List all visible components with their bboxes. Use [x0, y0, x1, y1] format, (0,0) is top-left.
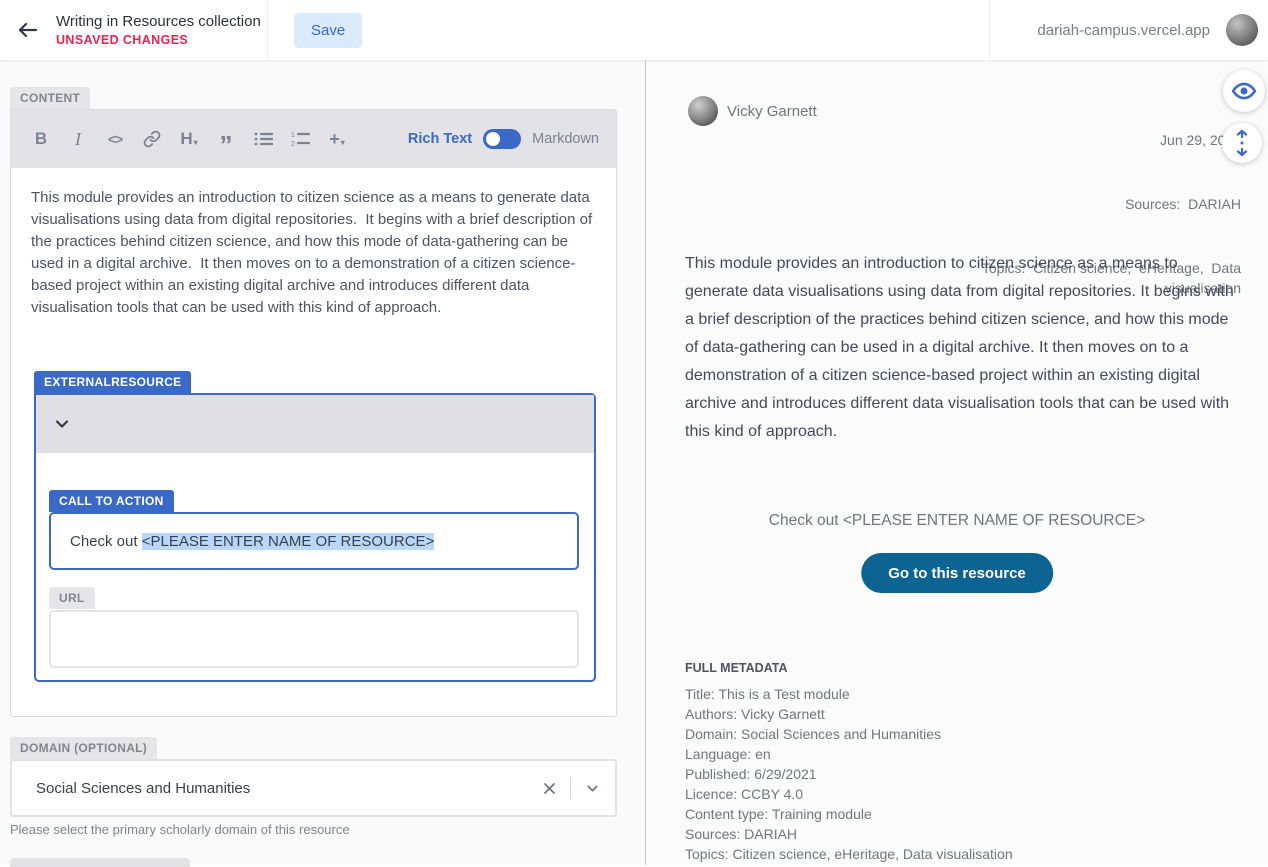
code-icon[interactable]: <>	[105, 127, 125, 151]
cta-value-prefix: Check out	[70, 533, 142, 550]
quote-icon[interactable]: ”	[216, 127, 236, 151]
preview-sources: Sources: DARIAH	[941, 194, 1241, 214]
content-editor-text[interactable]: This module provides an introduction to …	[11, 168, 616, 319]
eye-icon	[1231, 78, 1257, 104]
domain-select[interactable]: Social Sciences and Humanities	[10, 759, 617, 817]
preview-pane: Vicky Garnett Jun 29, 2021 Sources: DARI…	[646, 60, 1268, 865]
clear-icon[interactable]	[542, 781, 557, 796]
preview-cta-text: Check out <PLEASE ENTER NAME OF RESOURCE…	[646, 512, 1268, 530]
externalresource-label: EXTERNALRESOURCE	[34, 371, 191, 393]
metadata-row: Language: en	[685, 744, 1013, 764]
bulleted-list-icon[interactable]	[253, 127, 273, 151]
scroll-sync-icon	[1234, 130, 1250, 156]
select-chevron-icon[interactable]	[584, 780, 601, 797]
author-avatar	[688, 96, 718, 126]
numbered-list-icon[interactable]: 12	[290, 127, 310, 151]
domain-field-label: DOMAIN (OPTIONAL)	[10, 737, 157, 759]
call-to-action-input[interactable]: Check out <PLEASE ENTER NAME OF RESOURCE…	[49, 512, 579, 570]
author-name: Vicky Garnett	[727, 103, 817, 120]
metadata-row: Domain: Social Sciences and Humanities	[685, 724, 1013, 744]
metadata-row: Content type: Training module	[685, 804, 1013, 824]
bold-icon[interactable]: B	[31, 127, 51, 151]
page-title: Writing in Resources collection	[56, 13, 261, 30]
externalresource-block: CALL TO ACTION Check out <PLEASE ENTER N…	[34, 393, 596, 682]
full-metadata-rows: Title: This is a Test module Authors: Vi…	[685, 684, 1013, 864]
back-arrow-icon	[16, 18, 40, 42]
back-button[interactable]	[12, 14, 44, 46]
metadata-row: Sources: DARIAH	[685, 824, 1013, 844]
unsaved-changes-status: UNSAVED CHANGES	[56, 33, 261, 47]
externalresource-collapse-bar[interactable]	[36, 395, 594, 453]
header-left: Writing in Resources collection UNSAVED …	[0, 0, 268, 60]
domain-select-value: Social Sciences and Humanities	[36, 780, 250, 797]
title-block: Writing in Resources collection UNSAVED …	[56, 13, 261, 47]
editor-pane: CONTENT B I <> H▾ ” 12 +▾ Rich Tex	[0, 60, 645, 865]
select-divider	[570, 777, 571, 799]
domain-select-controls	[542, 777, 601, 799]
full-metadata-heading: FULL METADATA	[685, 661, 788, 675]
toggle-preview-button[interactable]	[1223, 70, 1265, 112]
metadata-row: Licence: CCBY 4.0	[685, 784, 1013, 804]
cta-value-selected: <PLEASE ENTER NAME OF RESOURCE>	[142, 533, 435, 550]
metadata-row: Authors: Vicky Garnett	[685, 704, 1013, 724]
save-button[interactable]: Save	[294, 13, 362, 48]
content-field: B I <> H▾ ” 12 +▾ Rich Text Markdo	[10, 109, 617, 717]
metadata-row: Title: This is a Test module	[685, 684, 1013, 704]
preview-date: Jun 29, 2021	[941, 130, 1241, 150]
svg-text:2: 2	[291, 141, 295, 147]
link-icon[interactable]	[142, 127, 162, 151]
top-bar: Writing in Resources collection UNSAVED …	[0, 0, 1268, 60]
domain-hint: Please select the primary scholarly doma…	[10, 822, 350, 837]
metadata-row: Topics: Citizen science, eHeritage, Data…	[685, 844, 1013, 864]
svg-text:1: 1	[291, 132, 295, 139]
toggle-knob	[486, 132, 500, 146]
add-component-icon[interactable]: +▾	[327, 127, 347, 151]
call-to-action-label: CALL TO ACTION	[49, 490, 174, 512]
url-input[interactable]	[49, 610, 579, 668]
chevron-down-icon	[52, 414, 72, 434]
site-name: dariah-campus.vercel.app	[1037, 22, 1210, 39]
content-field-label: CONTENT	[10, 87, 90, 109]
mode-toggle[interactable]	[483, 129, 521, 149]
user-avatar[interactable]	[1226, 14, 1258, 46]
next-field-tab-partial	[10, 858, 190, 867]
scroll-sync-button[interactable]	[1222, 123, 1262, 163]
heading-icon[interactable]: H▾	[179, 127, 199, 151]
richtext-toolbar: B I <> H▾ ” 12 +▾ Rich Text Markdo	[11, 110, 616, 168]
rich-text-mode-label[interactable]: Rich Text	[408, 131, 472, 147]
markdown-mode-label[interactable]: Markdown	[532, 131, 599, 147]
header-right: dariah-campus.vercel.app	[989, 0, 1268, 60]
go-to-resource-button[interactable]: Go to this resource	[861, 553, 1053, 593]
cms-editor-app: Writing in Resources collection UNSAVED …	[0, 0, 1268, 865]
metadata-row: Published: 6/29/2021	[685, 764, 1013, 784]
url-label: URL	[49, 587, 95, 609]
preview-body: This module provides an introduction to …	[685, 250, 1242, 446]
editor-mode-switch: Rich Text Markdown	[408, 129, 599, 149]
italic-icon[interactable]: I	[68, 127, 88, 151]
